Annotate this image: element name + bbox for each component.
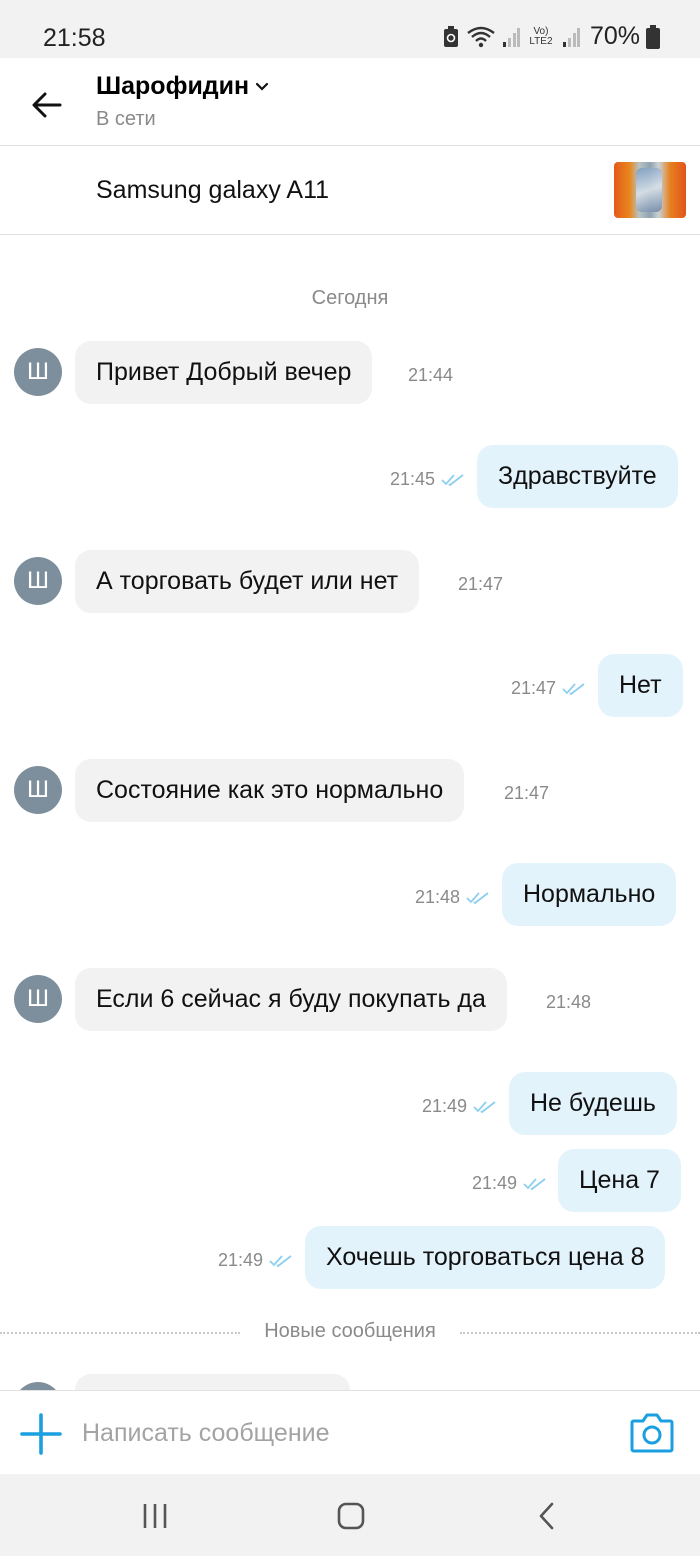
system-nav-bar (0, 1474, 700, 1556)
battery-saver-icon (443, 25, 458, 47)
message-time: 21:49 (218, 1250, 293, 1271)
message-time-text: 21:47 (458, 574, 504, 594)
message-time-text: 21:47 (504, 783, 550, 803)
network-label: Vo) LTE2 (529, 25, 553, 47)
message-time: 21:44 (408, 365, 453, 386)
status-bar: 21:58 Vo) LTE2 70% (0, 0, 700, 58)
avatar[interactable]: Ш (14, 557, 62, 605)
chat-header: Шарофидин В сети (0, 58, 700, 146)
message-time: 21:48 (415, 887, 490, 908)
recent-apps-button[interactable] (133, 1494, 177, 1538)
date-separator: Сегодня (311, 287, 389, 309)
message-text: Нет (619, 671, 662, 699)
message-bubble-outgoing[interactable]: Цена 7 (558, 1149, 681, 1212)
message-time-text: 21:47 (511, 678, 557, 698)
message-text: Здравствуйте (498, 462, 657, 490)
chevron-down-icon (256, 82, 269, 91)
avatar-letter: Ш (27, 776, 49, 803)
avatar[interactable]: Ш (14, 975, 62, 1023)
message-text: Хочешь торговаться цена 8 (326, 1243, 645, 1271)
message-time-text: 21:44 (408, 365, 454, 385)
contact-name-dropdown[interactable]: Шарофидин (96, 72, 269, 101)
message-text: А торговать будет или нет (96, 567, 399, 595)
message-time: 21:47 (511, 678, 586, 699)
avatar[interactable]: Ш (14, 766, 62, 814)
home-icon (337, 1502, 365, 1530)
message-bubble-outgoing[interactable]: Здравствуйте (477, 445, 678, 508)
message-time: 21:47 (458, 574, 503, 595)
recent-apps-icon (143, 1504, 167, 1528)
signal-1-icon (502, 27, 520, 47)
battery-percent: 70% (589, 22, 640, 50)
camera-button[interactable] (630, 1411, 674, 1453)
message-bubble-incoming[interactable]: Привет Добрый вечер (75, 341, 373, 404)
attach-button[interactable] (18, 1411, 64, 1457)
battery-icon (646, 24, 660, 49)
avatar-letter: Ш (27, 985, 49, 1012)
message-bubble-outgoing[interactable]: Нет (598, 654, 683, 717)
message-text: Состояние как это нормально (96, 776, 444, 804)
plus-icon (20, 1413, 62, 1455)
contact-status: В сети (96, 108, 156, 130)
message-bubble-outgoing[interactable]: Нормально (502, 863, 677, 926)
back-nav-button[interactable] (525, 1494, 569, 1538)
message-time-text: 21:49 (218, 1250, 264, 1270)
message-bubble-incoming[interactable]: Если 6 сейчас я буду покупать да (75, 968, 507, 1031)
double-check-icon (562, 682, 585, 695)
message-time-text: 21:49 (422, 1096, 468, 1116)
message-bubble-incoming[interactable]: А торговать будет или нет (75, 550, 420, 613)
double-check-icon (466, 891, 489, 904)
double-check-icon (269, 1254, 292, 1267)
message-time-text: 21:48 (546, 992, 592, 1012)
message-time: 21:47 (504, 783, 549, 804)
message-bubble-outgoing[interactable]: Не будешь (509, 1072, 677, 1135)
new-messages-label: Новые сообщения (0, 1320, 700, 1343)
home-button[interactable] (329, 1494, 373, 1538)
status-icons: Vo) LTE2 70% (442, 22, 660, 51)
listing-bar[interactable]: Samsung galaxy A11 (0, 146, 700, 235)
avatar-letter: Ш (27, 358, 49, 385)
message-time: 21:49 (472, 1173, 547, 1194)
message-time-text: 21:45 (390, 469, 436, 489)
listing-title: Samsung galaxy A11 (96, 176, 330, 204)
message-text: Цена 7 (579, 1166, 660, 1194)
message-text: Если 6 сейчас я буду покупать да (96, 985, 486, 1013)
message-text: Не будешь (530, 1089, 656, 1117)
double-check-icon (441, 473, 464, 486)
message-bubble-outgoing[interactable]: Хочешь торговаться цена 8 (305, 1226, 666, 1289)
message-time: 21:49 (422, 1096, 497, 1117)
avatar[interactable] (14, 1382, 62, 1390)
avatar[interactable]: Ш (14, 348, 62, 396)
arrow-left-icon (32, 92, 62, 118)
message-bubble-incoming[interactable] (75, 1374, 350, 1390)
message-list[interactable]: Сегодня Ш Привет Добрый вечер 21:44 21:4… (0, 235, 700, 1390)
listing-thumbnail[interactable] (614, 162, 686, 218)
signal-2-icon (562, 27, 580, 47)
wifi-icon (467, 26, 495, 47)
status-time: 21:58 (43, 24, 106, 52)
message-text: Нормально (523, 880, 656, 908)
contact-name: Шарофидин (96, 72, 250, 100)
new-messages-separator: Новые сообщения (0, 1318, 700, 1348)
avatar-letter: Ш (27, 567, 49, 594)
message-time: 21:45 (390, 469, 465, 490)
chevron-left-icon (539, 1502, 554, 1530)
double-check-icon (473, 1100, 496, 1113)
message-composer (0, 1390, 700, 1474)
message-time: 21:48 (546, 992, 591, 1013)
double-check-icon (523, 1177, 546, 1190)
back-button[interactable] (24, 82, 70, 128)
camera-icon (630, 1413, 674, 1453)
message-bubble-incoming[interactable]: Состояние как это нормально (75, 759, 465, 822)
message-input[interactable] (82, 1413, 602, 1453)
message-time-text: 21:48 (415, 887, 461, 907)
message-time-text: 21:49 (472, 1173, 518, 1193)
message-text: Привет Добрый вечер (96, 358, 352, 386)
